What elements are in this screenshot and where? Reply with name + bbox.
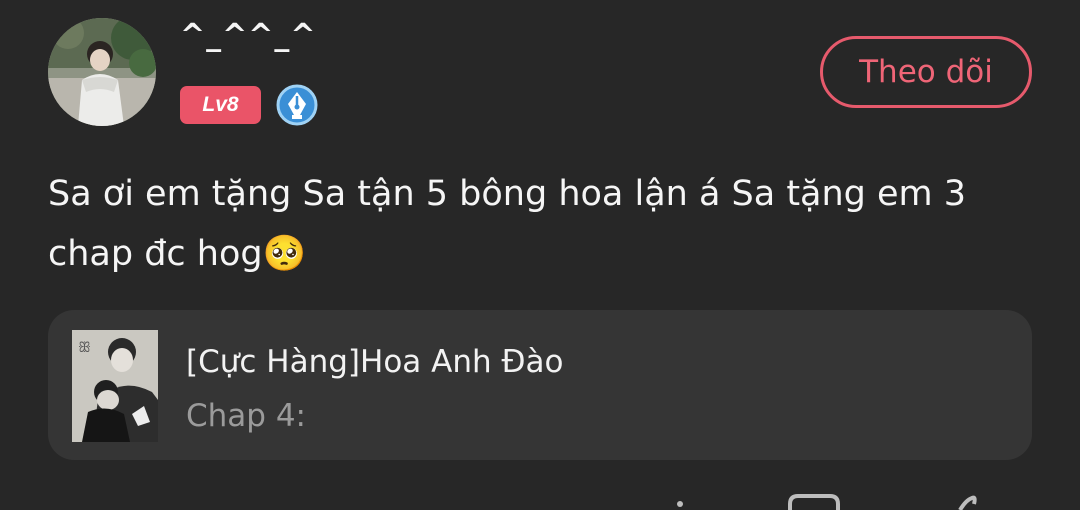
- pen-nib-icon: [276, 84, 318, 126]
- author-username[interactable]: ^_^^_^: [180, 18, 317, 53]
- story-card[interactable]: ꕥ [Cực Hàng]Hoa Anh Đào Chap 4:: [48, 310, 1032, 460]
- comment-text: Sa ơi em tặng Sa tận 5 bông hoa lận á Sa…: [48, 174, 967, 274]
- like-icon[interactable]: [950, 486, 990, 510]
- comment-icon[interactable]: [786, 486, 842, 510]
- story-cover-image: ꕥ: [72, 330, 158, 442]
- story-chapter: Chap 4:: [186, 398, 306, 434]
- level-badge: Lv8: [180, 86, 261, 124]
- story-title[interactable]: [Cực Hàng]Hoa Anh Đào: [186, 344, 563, 380]
- more-options-icon[interactable]: [660, 486, 700, 510]
- post-action-bar: [0, 486, 1080, 510]
- svg-text:ꕥ: ꕥ: [78, 340, 91, 356]
- avatar[interactable]: [48, 18, 156, 126]
- follow-button[interactable]: Theo dõi: [820, 36, 1032, 108]
